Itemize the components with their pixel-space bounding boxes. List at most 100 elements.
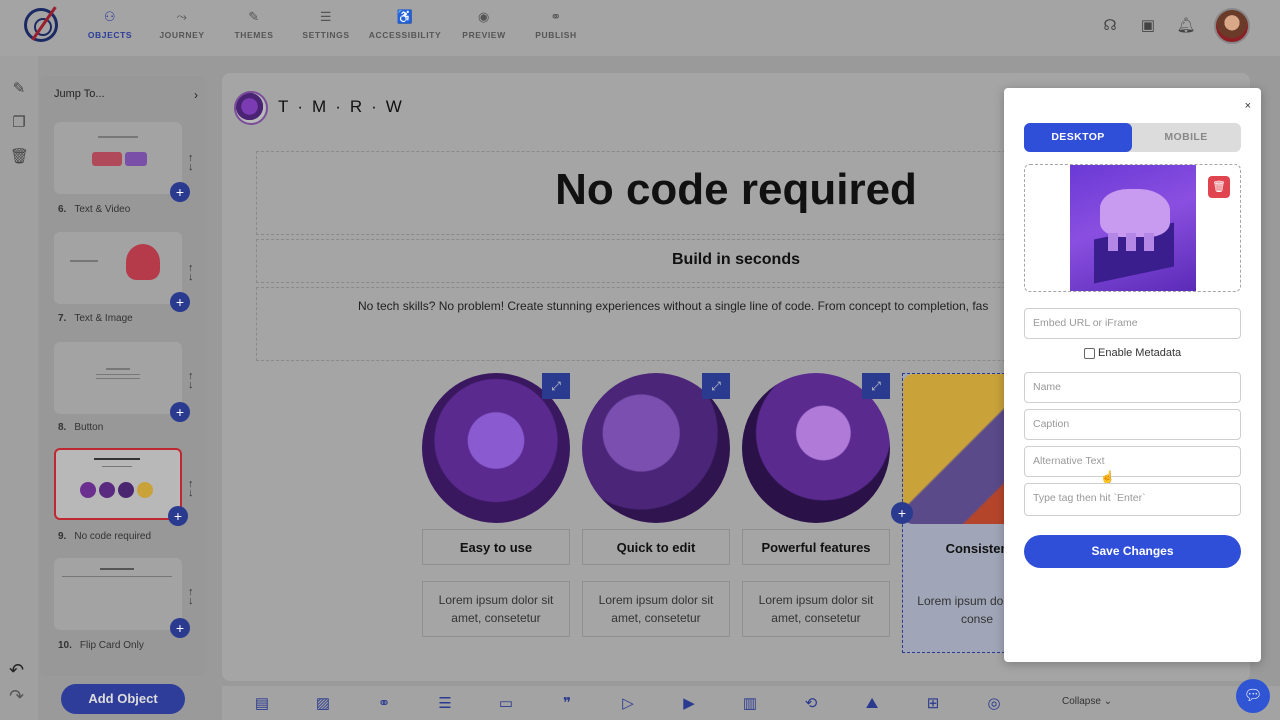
redo-icon[interactable]: ↷ <box>9 686 24 707</box>
video-icon[interactable]: ▷ <box>608 694 648 712</box>
add-slide-plus-icon[interactable]: + <box>170 292 190 312</box>
expand-icon[interactable]: ⤢ <box>702 373 730 399</box>
slide-label: 6. Text & Video <box>58 204 130 215</box>
tags-input[interactable]: Type tag then hit `Enter` <box>1024 483 1241 516</box>
embed-icon[interactable]: ◎ <box>974 694 1014 712</box>
slide-title: No code required <box>74 531 152 542</box>
card-title[interactable]: Quick to edit <box>582 529 730 565</box>
image-icon[interactable]: ▨ <box>303 694 343 712</box>
hand-cursor-icon: ☝ <box>1100 470 1115 484</box>
card-title[interactable]: Easy to use <box>422 529 570 565</box>
elephant-leg <box>1108 233 1118 251</box>
add-object-button[interactable]: Add Object <box>61 684 185 714</box>
close-icon[interactable]: × <box>1245 100 1251 112</box>
embed-url-input[interactable]: Embed URL or iFrame <box>1024 308 1241 339</box>
nav-item-themes[interactable]: ✎ THEMES <box>218 8 290 40</box>
media-dropzone[interactable]: 🗑︎ <box>1024 164 1241 292</box>
edit-pencil-icon[interactable]: ✎ <box>10 80 28 98</box>
nav-item-journey[interactable]: ⤳ JOURNEY <box>146 8 218 40</box>
card-title[interactable]: Powerful features <box>742 529 890 565</box>
card-text[interactable]: Lorem ipsum dolor sit amet, consetetur <box>422 581 570 637</box>
slide-thumbnail[interactable]: + <box>54 122 190 202</box>
add-element-plus-icon[interactable]: + <box>891 502 913 524</box>
undo-icon[interactable]: ↶ <box>9 660 24 681</box>
card-text[interactable]: Lorem ipsum dolor sit amet, consetetur <box>742 581 890 637</box>
metadata-checkbox[interactable] <box>1084 347 1095 359</box>
expand-icon[interactable]: ⤢ <box>862 373 890 399</box>
reorder-arrows-icon[interactable]: ↑ ↓ <box>188 153 194 173</box>
slide-title: Button <box>74 422 104 433</box>
nav-item-settings[interactable]: ☰ SETTINGS <box>290 8 362 40</box>
flip-card-icon[interactable]: ⟲ <box>791 694 831 712</box>
notification-bell-icon[interactable]: 🔔︎ <box>1176 16 1196 36</box>
add-slide-plus-icon[interactable]: + <box>168 506 188 526</box>
elephant-leg <box>1126 233 1136 251</box>
nav-item-publish[interactable]: ⚭ PUBLISH <box>520 8 592 40</box>
grid-icon[interactable]: ⊞ <box>913 694 953 712</box>
collapse-toggle[interactable]: Collapse ⌄ <box>1062 696 1112 707</box>
thumb-line <box>94 458 140 460</box>
slide-thumbnail-active[interactable]: + <box>54 448 188 526</box>
thumb-image <box>118 482 134 498</box>
layout-icon[interactable]: ▥ <box>730 694 770 712</box>
reorder-arrows-icon[interactable]: ↑ ↓ <box>188 479 194 499</box>
slide-label: 8. Button <box>58 422 103 433</box>
brand-logo-icon <box>234 91 268 125</box>
enable-metadata-option[interactable]: Enable Metadata <box>1084 347 1181 359</box>
slide-thumbnail[interactable]: + <box>54 558 190 638</box>
landscape-icon[interactable]: ⛰ <box>852 695 892 712</box>
text-block-icon[interactable]: ▤ <box>242 694 282 712</box>
media-library-icon[interactable]: ▣ <box>1138 16 1158 36</box>
headset-support-icon[interactable]: ☊ <box>1100 16 1120 36</box>
feature-card[interactable]: ⤢ Quick to edit Lorem ipsum dolor sit am… <box>582 373 730 653</box>
thumb-image <box>92 152 122 166</box>
journey-icon: ⤳ <box>176 9 188 24</box>
tab-desktop[interactable]: DESKTOP <box>1024 123 1132 152</box>
metadata-label: Enable Metadata <box>1098 347 1182 359</box>
expand-icon[interactable]: ⤢ <box>542 373 570 399</box>
reorder-arrows-icon[interactable]: ↑ ↓ <box>188 371 194 391</box>
nav-item-objects[interactable]: ⚇ OBJECTS <box>74 8 146 40</box>
preview-icon: ◉ <box>478 9 490 24</box>
slide-thumbnail[interactable]: + <box>54 232 190 312</box>
name-input[interactable]: Name <box>1024 372 1241 403</box>
nav-item-accessibility[interactable]: ♿ ACCESSIBILITY <box>362 8 448 40</box>
slide-title: Text & Video <box>74 204 131 215</box>
audio-icon[interactable]: ▶ <box>669 694 709 712</box>
feature-card[interactable]: ⤢ Powerful features Lorem ipsum dolor si… <box>742 373 890 653</box>
elephant-leg <box>1144 233 1154 251</box>
slide-number: 10. <box>58 640 72 651</box>
slide-title: Text & Image <box>74 313 133 324</box>
add-slide-plus-icon[interactable]: + <box>170 182 190 202</box>
nav-label: THEMES <box>234 30 274 40</box>
duplicate-icon[interactable]: ❐ <box>10 114 28 132</box>
add-slide-plus-icon[interactable]: + <box>170 618 190 638</box>
delete-media-trash-icon[interactable]: 🗑︎ <box>1208 176 1230 198</box>
delete-trash-icon[interactable]: 🗑︎ <box>10 148 29 166</box>
nav-item-preview[interactable]: ◉ PREVIEW <box>448 8 520 40</box>
elephant-illustration <box>1100 189 1170 251</box>
caption-input[interactable]: Caption <box>1024 409 1241 440</box>
thumb-line <box>102 466 132 467</box>
reorder-arrows-icon[interactable]: ↑ ↓ <box>188 263 194 283</box>
reorder-arrows-icon[interactable]: ↑ ↓ <box>188 587 194 607</box>
paragraph-icon[interactable]: ☰ <box>425 694 465 712</box>
slide-thumbnail[interactable]: + <box>54 342 190 422</box>
chat-support-icon[interactable]: 💬︎ <box>1236 679 1270 713</box>
add-slide-plus-icon[interactable]: + <box>170 402 190 422</box>
device-toggle: DESKTOP MOBILE <box>1024 123 1241 152</box>
jump-to-menu[interactable]: Jump To... › <box>54 88 198 102</box>
link-icon[interactable]: ⚭ <box>364 694 404 712</box>
thumb-graphic <box>126 244 163 280</box>
button-icon[interactable]: ▭ <box>486 694 526 712</box>
thumb-line <box>100 568 134 570</box>
thumb-line <box>98 136 138 138</box>
quote-icon[interactable]: ❞ <box>547 694 587 712</box>
nav-label: JOURNEY <box>159 30 205 40</box>
tab-mobile[interactable]: MOBILE <box>1132 123 1240 152</box>
card-text[interactable]: Lorem ipsum dolor sit amet, consetetur <box>582 581 730 637</box>
alt-text-input[interactable]: Alternative Text <box>1024 446 1241 477</box>
feature-card[interactable]: ⤢ Easy to use Lorem ipsum dolor sit amet… <box>422 373 570 653</box>
user-avatar[interactable] <box>1214 8 1250 44</box>
save-changes-button[interactable]: Save Changes <box>1024 535 1241 568</box>
